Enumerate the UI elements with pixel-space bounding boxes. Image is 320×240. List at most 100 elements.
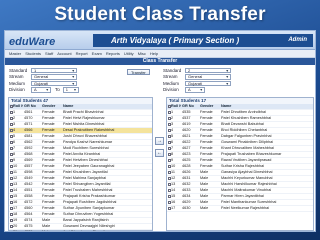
transfer-arrows: → ←: [155, 137, 164, 161]
roll-number: 16: [171, 200, 176, 205]
medium-select-left[interactable]: Gujarati ▼: [31, 80, 77, 86]
admin-label[interactable]: Admin: [288, 34, 307, 47]
school-name-bar: Arth Vidyalaya ( Primary Section ) Admin: [93, 34, 313, 47]
menu-item[interactable]: Reports: [106, 51, 120, 56]
transfer-button[interactable]: Transfer: [127, 69, 150, 75]
select-value: A: [188, 87, 191, 92]
roll-number: 17: [171, 206, 176, 211]
filter-stream-left: Stream General ▼: [9, 74, 79, 81]
table-cell: 4630: [181, 205, 199, 213]
chevron-down-icon: ▼: [225, 75, 229, 79]
target-student-panel: Total Students 17 Roll NoGR NoGenderName…: [166, 97, 314, 231]
column-header[interactable]: Roll No: [167, 104, 181, 111]
menu-item[interactable]: Account: [57, 51, 71, 56]
filter-division-left: Division A ▼ To 1 ▼: [9, 87, 79, 94]
roll-number: 6: [13, 140, 16, 145]
to-select[interactable]: 1 ▼: [62, 87, 79, 93]
select-value: 1: [65, 87, 68, 92]
select-value: General: [188, 74, 203, 79]
stream-select-left[interactable]: General ▼: [31, 74, 77, 80]
roll-number: 8: [171, 152, 174, 157]
menu-item[interactable]: Help: [150, 51, 158, 56]
roll-number: 6: [171, 140, 174, 145]
filter-label: Stream: [163, 74, 178, 80]
student-lists: Total Students 47 Roll NoGR NoGenderName…: [8, 97, 314, 231]
roll-number: 5: [171, 134, 174, 139]
filter-label: Stream: [9, 74, 24, 80]
select-value: A: [34, 87, 37, 92]
section-title: Class Transfer: [5, 58, 315, 65]
menu-item[interactable]: Staff: [45, 51, 53, 56]
roll-number: 13: [13, 182, 18, 187]
filter-label: Standard: [163, 67, 182, 73]
menu-item[interactable]: Report: [76, 51, 88, 56]
roll-number: 5: [13, 134, 16, 139]
chevron-down-icon: ▼: [199, 88, 203, 92]
table-row[interactable]: 21 4576MaleJani Dhruvkumar Bharatkumar: [9, 229, 152, 231]
source-student-table: Roll NoGR NoGenderName 14561FemaleBhatt …: [9, 104, 152, 231]
filter-label: Division: [9, 87, 25, 93]
roll-number: 4: [13, 128, 16, 133]
select-value: Gujarati: [188, 80, 203, 86]
division-select-right[interactable]: A ▼: [185, 87, 205, 93]
select-value: 1: [34, 67, 37, 73]
roll-number: 1: [13, 110, 16, 115]
slide-title: Student Class Transfer: [54, 4, 266, 25]
filter-division-right: Division A ▼: [163, 87, 231, 94]
menu-item[interactable]: Exam: [92, 51, 102, 56]
filter-standard-left: Standard 1 ▼: [9, 67, 79, 74]
menu-item[interactable]: Misc: [138, 51, 146, 56]
roll-number: 20: [13, 224, 18, 229]
filter-standard-right: Standard 2 ▼: [163, 67, 231, 74]
roll-number: 10: [171, 164, 176, 169]
chevron-down-icon: ▼: [73, 88, 77, 92]
column-header-label: Roll No: [171, 104, 181, 109]
menu-item[interactable]: Utility: [124, 51, 134, 56]
standard-select-left[interactable]: 1 ▼: [31, 67, 77, 73]
division-select-left[interactable]: A ▼: [31, 87, 51, 93]
roll-number: 2: [13, 116, 16, 121]
roll-number: 4: [171, 128, 174, 133]
table-row[interactable]: 17 4630 Male Patel Neelkumar Rajeshbhai: [167, 205, 313, 213]
stream-select-right[interactable]: General ▼: [185, 74, 231, 80]
select-value: General: [34, 74, 49, 79]
menu-item[interactable]: Master: [9, 51, 21, 56]
select-value: 2: [188, 67, 191, 73]
filter-stream-right: Stream General ▼: [163, 74, 231, 81]
roll-number: 17: [13, 206, 18, 211]
column-header[interactable]: Roll No: [9, 104, 23, 111]
chevron-down-icon: ▼: [225, 81, 229, 86]
logo-text: eduWare: [9, 36, 56, 48]
table-cell: 21: [9, 229, 23, 231]
table-cell: Patel Neelkumar Rajeshbhai: [220, 205, 313, 213]
table-cell: 17: [167, 205, 181, 213]
move-right-button[interactable]: →: [155, 137, 164, 145]
roll-number: 7: [171, 146, 174, 151]
filter-label: Medium: [163, 80, 180, 86]
standard-select-right[interactable]: 2 ▼: [185, 67, 231, 73]
roll-number: 12: [13, 176, 18, 181]
filter-label: Division: [163, 87, 179, 93]
school-name: Arth Vidyalaya ( Primary Section ): [111, 36, 240, 45]
roll-number: 10: [13, 164, 18, 169]
medium-select-right[interactable]: Gujarati ▼: [185, 80, 231, 86]
roll-number: 16: [13, 200, 18, 205]
chevron-down-icon: ▼: [71, 81, 75, 86]
roll-number: 8: [13, 152, 16, 157]
roll-number: 3: [13, 122, 16, 127]
roll-number: 21: [13, 230, 17, 231]
roll-number: 11: [171, 170, 175, 175]
column-header-label: Roll No: [13, 104, 23, 109]
roll-number: 14: [13, 188, 18, 193]
chevron-down-icon: ▼: [45, 88, 49, 92]
chevron-down-icon: ▼: [71, 75, 75, 79]
table-cell: 4576: [23, 229, 41, 231]
roll-number: 19: [13, 218, 18, 223]
roll-number: 13: [171, 182, 176, 187]
menu-bar: Master Students Staff Account Report Exam Repo…: [5, 50, 315, 58]
target-student-table: Roll NoGR NoGenderName 14535FemalePatel …: [167, 104, 313, 213]
to-label: To: [55, 87, 60, 93]
source-student-panel: Total Students 47 Roll NoGR NoGenderName…: [8, 97, 153, 231]
move-left-button[interactable]: ←: [155, 149, 164, 157]
menu-item[interactable]: Students: [25, 51, 41, 56]
